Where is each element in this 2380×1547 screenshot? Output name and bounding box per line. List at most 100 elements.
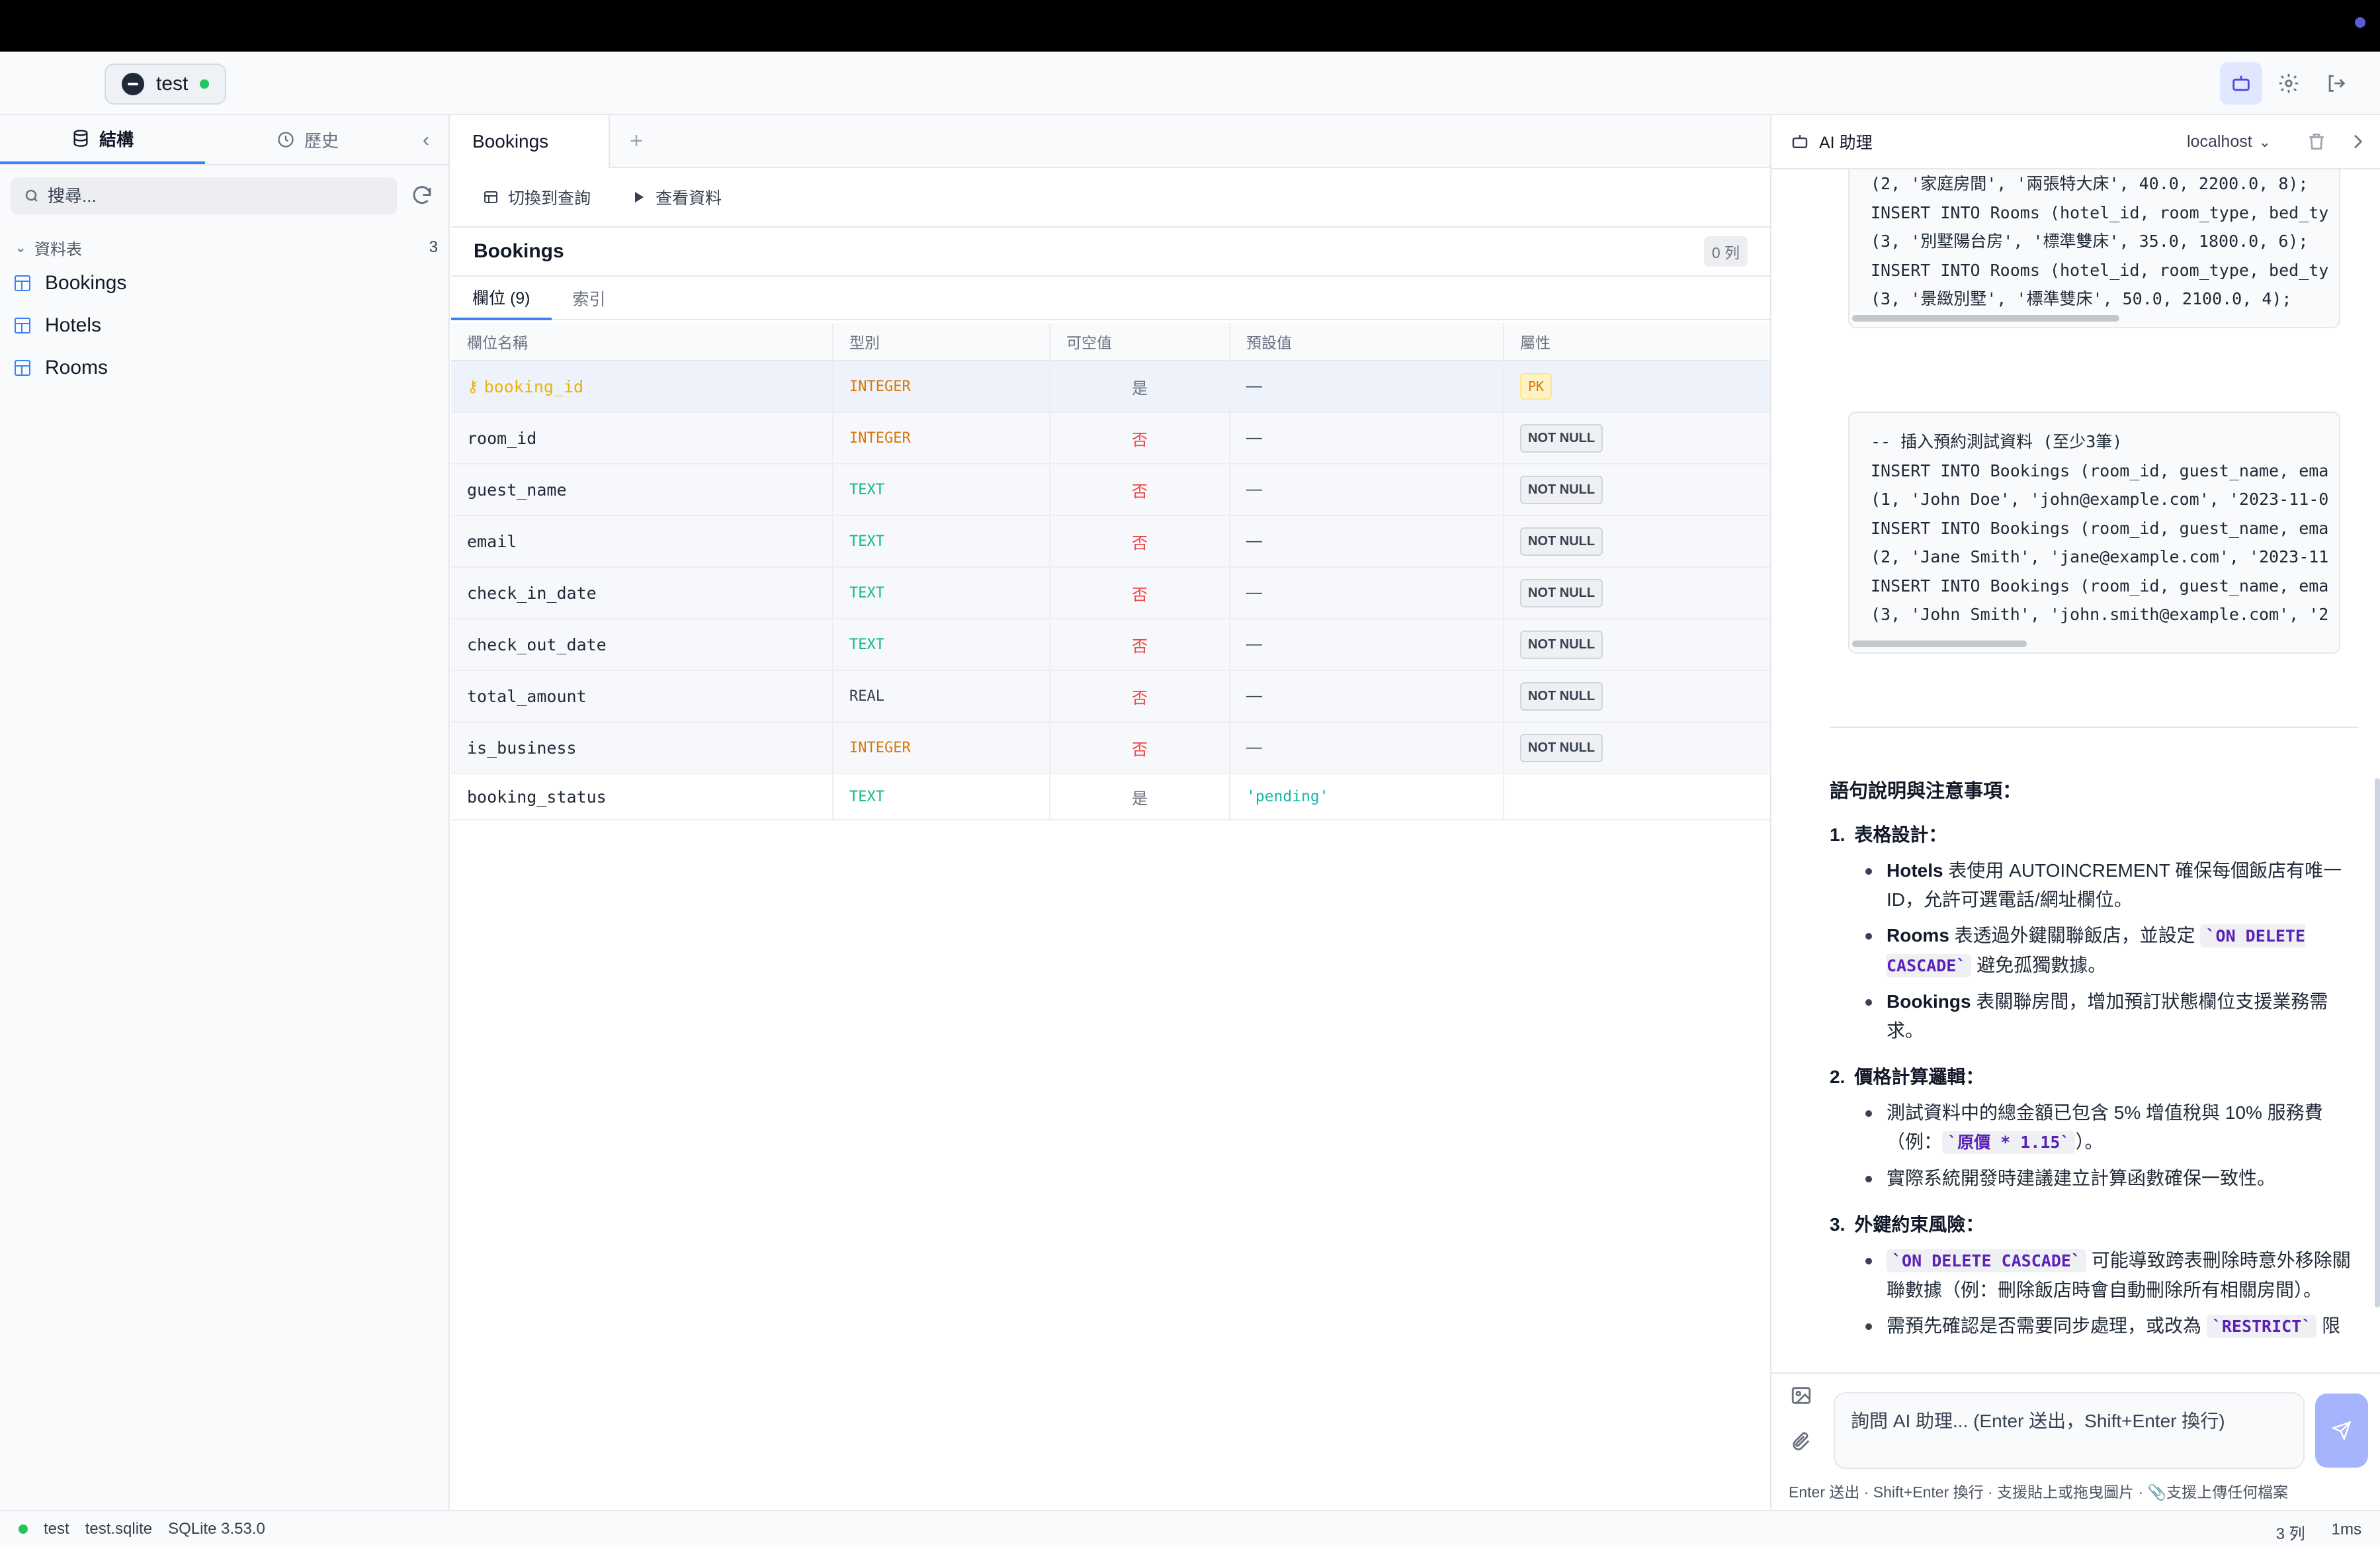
item-text: 避免孤獨數據。 (1971, 955, 2107, 975)
inline-code: `原價 * 1.15` (1942, 1131, 2076, 1154)
code-line: INSERT INTO Bookings (room_id, guest_nam… (1871, 576, 2329, 596)
ai-chat-messages[interactable]: (2, '家庭房間', '兩張特大床', 40.0, 2200.0, 8); I… (1771, 169, 2380, 1372)
model-host-selector[interactable]: localhost ⌄ (2187, 132, 2271, 152)
tab-history-label: 歷史 (304, 130, 339, 151)
column-name-cell: email (451, 516, 833, 566)
trash-icon[interactable] (2306, 131, 2327, 152)
column-attributes (1504, 774, 1770, 819)
database-connection-icon (122, 73, 144, 95)
column-default: — (1230, 516, 1504, 566)
switch-to-query-button[interactable]: 切換到查詢 (483, 185, 591, 209)
item-text: 實際系統開發時建議建立計算函數確保一致性。 (1887, 1168, 2276, 1188)
collapse-sidebar-button[interactable]: ‹ (415, 130, 437, 151)
column-type: INTEGER (833, 413, 1050, 463)
table-row[interactable]: room_id INTEGER 否 — NOT NULL (451, 413, 1770, 464)
host-label: localhost (2187, 132, 2252, 151)
columns-grid: 欄位名稱 型別 可空值 預設值 屬性 ⚷ booking_id INTEGER 是… (451, 323, 1770, 820)
header-default[interactable]: 預設值 (1230, 323, 1504, 360)
connection-name: test (156, 73, 189, 95)
header-type[interactable]: 型別 (833, 323, 1050, 360)
status-connection: test (44, 1520, 69, 1538)
code-block[interactable]: -- 插入預約測試資料 (至少3筆) INSERT INTO Bookings … (1848, 412, 2340, 654)
column-default: — (1230, 464, 1504, 515)
send-button[interactable] (2315, 1393, 2368, 1468)
column-name-cell: booking_status (451, 774, 833, 819)
view-data-button[interactable]: 查看資料 (630, 185, 722, 209)
column-name: booking_id (484, 376, 584, 396)
chevron-right-icon[interactable] (2347, 131, 2368, 152)
code-line: INSERT INTO Bookings (room_id, guest_nam… (1871, 461, 2329, 480)
section-heading: 3. 外鍵約束風險： (1830, 1210, 2359, 1239)
bold-text: Bookings (1887, 991, 1971, 1012)
column-attributes: NOT NULL (1504, 619, 1770, 670)
row-count-badge: 0 列 (1703, 236, 1748, 267)
tab-structure[interactable]: 結構 (0, 115, 205, 164)
paperclip-icon[interactable] (1790, 1431, 1812, 1453)
bold-text: Rooms (1887, 925, 1949, 946)
plus-icon: + (630, 128, 643, 154)
column-attributes: NOT NULL (1504, 568, 1770, 618)
header-nullable[interactable]: 可空值 (1050, 323, 1230, 360)
header-column-name[interactable]: 欄位名稱 (451, 323, 833, 360)
table-row[interactable]: check_in_date TEXT 否 — NOT NULL (451, 568, 1770, 619)
image-icon[interactable] (1790, 1384, 1812, 1407)
add-tab-button[interactable]: + (610, 115, 663, 167)
vertical-scrollbar[interactable] (2375, 778, 2380, 1307)
sidebar-tabs: 結構 歷史 ‹ (0, 115, 448, 165)
sidebar-item-rooms[interactable]: Rooms (15, 349, 108, 386)
code-line: (3, 'John Smith', 'john.smith@example.co… (1871, 605, 2329, 624)
table-row[interactable]: ⚷ booking_id INTEGER 是 — PK (451, 361, 1770, 413)
horizontal-scrollbar[interactable] (1852, 315, 2119, 322)
column-default: — (1230, 361, 1504, 412)
column-name: check_out_date (467, 635, 607, 654)
document-tabs: Bookings + (451, 115, 1770, 168)
horizontal-scrollbar[interactable] (1852, 641, 2027, 647)
table-toolbar: 切換到查詢 查看資料 (451, 168, 1770, 228)
sidebar-item-bookings[interactable]: Bookings (15, 265, 126, 302)
pk-badge: PK (1520, 373, 1552, 400)
column-name: booking_status (467, 787, 607, 807)
tab-history[interactable]: 歷史 (205, 115, 410, 164)
column-name-cell: is_business (451, 723, 833, 773)
list-item: 測試資料中的總金額已包含 5% 增值稅與 10% 服務費（例： `原價 * 1.1… (1860, 1098, 2359, 1157)
query-icon (484, 191, 497, 203)
connection-status-dot (200, 79, 210, 89)
column-type: TEXT (833, 464, 1050, 515)
item-text: 表透過外鍵關聯飯店，並設定 (1949, 925, 2201, 946)
column-attributes: NOT NULL (1504, 516, 1770, 566)
table-row[interactable]: check_out_date TEXT 否 — NOT NULL (451, 619, 1770, 671)
column-nullable: 否 (1050, 619, 1230, 670)
tab-indexes[interactable]: 索引 (552, 277, 627, 320)
table-row[interactable]: is_business INTEGER 否 — NOT NULL (451, 723, 1770, 774)
section-number: 2. (1830, 1067, 1846, 1087)
table-row[interactable]: booking_status TEXT 是 'pending' (451, 774, 1770, 820)
ai-assistant-toggle-button[interactable] (2220, 62, 2262, 105)
table-row[interactable]: guest_name TEXT 否 — NOT NULL (451, 464, 1770, 516)
search-input[interactable] (48, 185, 365, 206)
send-icon (2332, 1421, 2352, 1440)
column-type: TEXT (833, 619, 1050, 670)
code-block[interactable]: (2, '家庭房間', '兩張特大床', 40.0, 2200.0, 8); I… (1848, 169, 2340, 328)
ai-chat-input[interactable] (1834, 1392, 2305, 1469)
tab-bookings[interactable]: Bookings (451, 115, 610, 168)
sidebar-item-hotels[interactable]: Hotels (15, 307, 101, 344)
logout-button[interactable] (2315, 62, 2358, 105)
header-attributes[interactable]: 屬性 (1504, 323, 1770, 360)
tab-columns[interactable]: 欄位 (9) (451, 277, 552, 320)
refresh-icon[interactable] (410, 184, 434, 208)
sidebar-item-label: Bookings (45, 272, 127, 294)
search-box (11, 177, 397, 214)
table-row[interactable]: total_amount REAL 否 — NOT NULL (451, 671, 1770, 723)
settings-button[interactable] (2268, 62, 2310, 105)
column-name-cell: check_out_date (451, 619, 833, 670)
tables-group-header[interactable]: ⌄ 資料表 3 (15, 234, 438, 261)
bullet-list: `ON DELETE CASCADE` 可能導致跨表刪除時意外移除關聯數據（例：… (1860, 1246, 2359, 1341)
assistant-message-notes: 語句說明與注意事項： 1. 表格設計： Hotels 表使用 AUTOINCRE… (1830, 777, 2359, 1341)
column-name: check_in_date (467, 583, 597, 603)
column-attributes: PK (1504, 361, 1770, 412)
connection-selector[interactable]: test (105, 64, 226, 105)
table-row[interactable]: email TEXT 否 — NOT NULL (451, 516, 1770, 568)
column-default: — (1230, 671, 1504, 721)
column-default: 'pending' (1230, 774, 1504, 819)
item-text: 限 (2316, 1315, 2341, 1336)
